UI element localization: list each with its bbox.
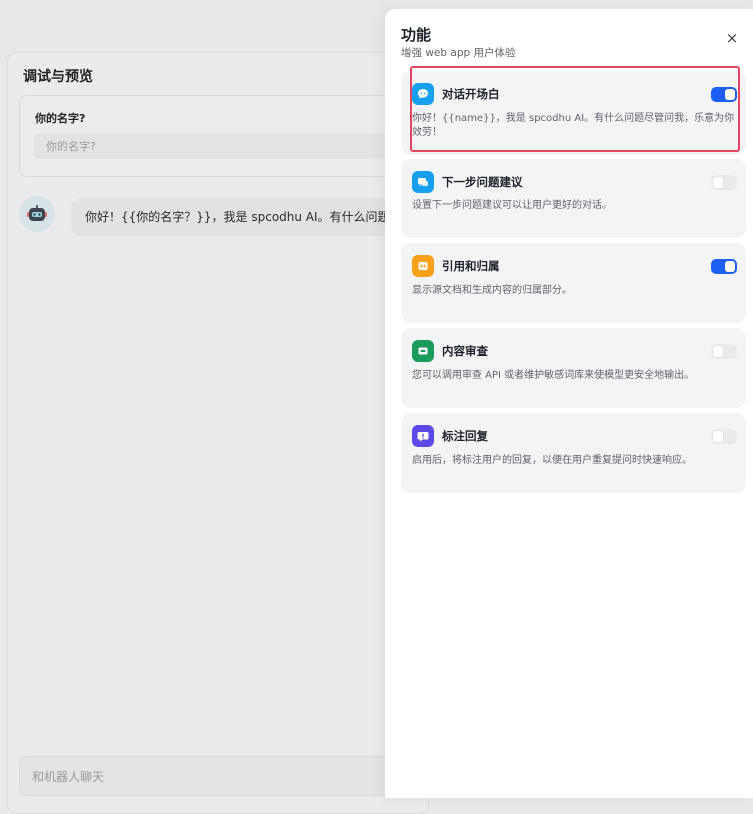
feature-annotation-reply: 标注回复 启用后，将标注用户的回复，以便在用户重复提问时快速响应。 [401, 413, 746, 493]
feature-description: 你好！{{name}}，我是 spcodhu AI。有什么问题尽管问我，乐意为你… [412, 113, 735, 138]
feature-title: 标注回复 [442, 429, 488, 443]
feature-toggle-opener[interactable] [711, 87, 737, 102]
feature-toggle-moderation[interactable] [711, 344, 737, 359]
feature-conversation-opener: 对话开场白 你好！{{name}}，我是 spcodhu AI。有什么问题尽管问… [401, 71, 746, 155]
quote-icon [412, 255, 434, 277]
feature-toggle-suggestions[interactable] [711, 175, 737, 190]
feature-description: 您可以调用审查 API 或者维护敏感词库来使模型更安全地输出。 [412, 370, 695, 381]
feature-toggle-annotation[interactable] [711, 429, 737, 444]
variable-label: 你的名字? [35, 112, 86, 125]
feature-toggle-citation[interactable] [711, 259, 737, 274]
feature-description: 显示源文档和生成内容的归属部分。 [412, 285, 572, 296]
feature-title: 引用和归属 [442, 259, 500, 273]
message-suggest-icon [412, 171, 434, 193]
debug-preview-panel: 调试与预览 你的名字? 你好！{{你的名字？}}，我是 spcodhu AI。有… [7, 52, 431, 814]
close-button[interactable]: × [723, 29, 741, 47]
drawer-title: 功能 [401, 26, 432, 44]
greeting-message: 你好！{{你的名字？}}，我是 spcodhu AI。有什么问题尽管问我，乐意为… [71, 198, 431, 236]
chat-bubble-icon [412, 83, 434, 105]
feature-description: 设置下一步问题建议可以让用户更好的对话。 [412, 200, 612, 211]
drawer-subtitle: 增强 web app 用户体验 [401, 47, 516, 59]
feature-citation-attribution: 引用和归属 显示源文档和生成内容的归属部分。 [401, 243, 746, 323]
robot-icon [27, 205, 47, 221]
bot-avatar [19, 196, 55, 232]
feature-title: 下一步问题建议 [442, 175, 523, 189]
feature-content-moderation: 内容审查 您可以调用审查 API 或者维护敏感词库来使模型更安全地输出。 [401, 328, 746, 408]
debug-preview-title: 调试与预览 [23, 69, 93, 85]
close-icon: × [725, 29, 739, 47]
feature-title: 内容审查 [442, 344, 488, 358]
features-drawer: 功能 增强 web app 用户体验 × 对话开场白 你好！{{name}}，我… [385, 9, 753, 798]
feature-description: 启用后，将标注用户的回复，以便在用户重复提问时快速响应。 [412, 455, 692, 466]
chat-input[interactable]: 和机器人聊天 [19, 756, 424, 796]
variable-input[interactable] [34, 133, 404, 159]
annotation-icon [412, 425, 434, 447]
moderation-icon [412, 340, 434, 362]
feature-title: 对话开场白 [442, 87, 500, 101]
feature-next-question-suggestions: 下一步问题建议 设置下一步问题建议可以让用户更好的对话。 [401, 159, 746, 238]
variable-form: 你的名字? [19, 95, 421, 177]
